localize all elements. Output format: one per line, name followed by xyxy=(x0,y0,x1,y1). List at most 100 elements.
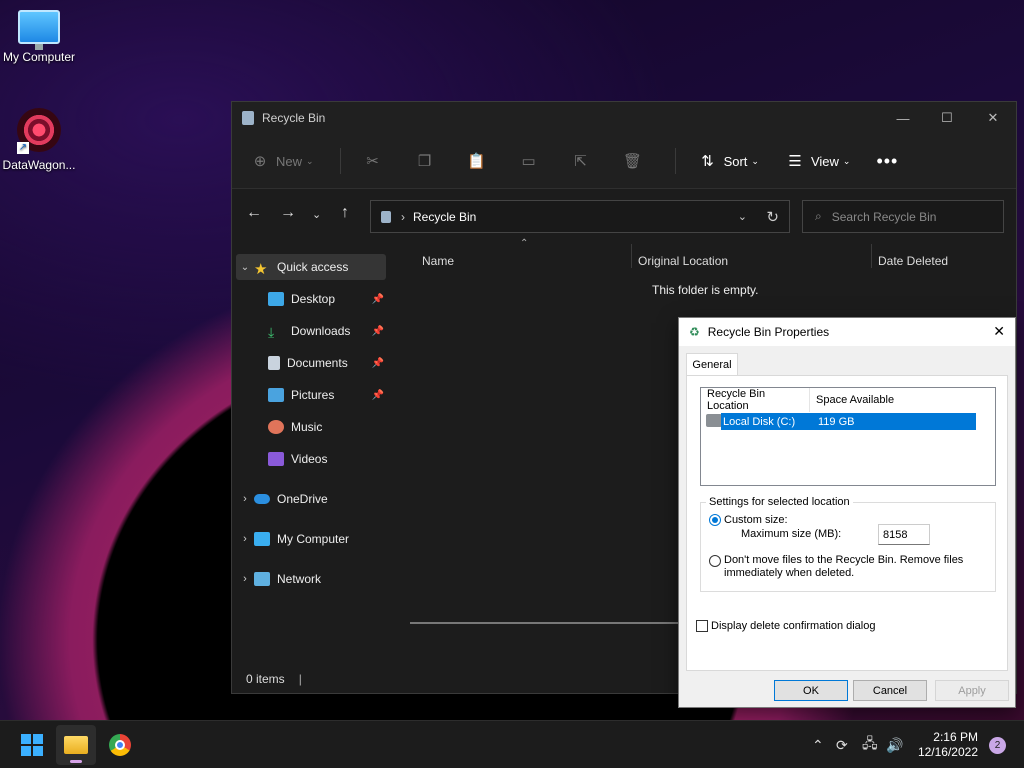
computer-icon xyxy=(254,532,270,546)
sync-icon[interactable]: ⟳ xyxy=(836,721,848,768)
group-label: Settings for selected location xyxy=(706,496,853,508)
forward-arrow-icon[interactable]: → xyxy=(280,204,296,222)
title-bar[interactable]: Recycle Bin — ☐ ✕ xyxy=(232,102,1016,134)
column-header-location[interactable]: Recycle Bin Location xyxy=(701,388,810,412)
sidebar-item-videos[interactable]: Videos xyxy=(236,446,386,472)
sidebar-item-documents[interactable]: Documents 📌 xyxy=(236,350,386,376)
desktop-icon-my-computer[interactable]: My Computer xyxy=(0,10,78,64)
cut-button[interactable]: ✂ xyxy=(363,151,389,171)
more-options-button[interactable]: ••• xyxy=(876,151,898,172)
search-placeholder: Search Recycle Bin xyxy=(831,209,937,224)
sidebar-item-label: My Computer xyxy=(277,532,350,546)
refresh-icon[interactable]: ↻ xyxy=(766,208,779,226)
sidebar-item-onedrive[interactable]: › OneDrive xyxy=(236,486,386,512)
dialog-close-button[interactable]: ✕ xyxy=(993,323,1005,340)
clock-date: 12/16/2022 xyxy=(917,745,978,759)
volume-icon[interactable]: 🔊 xyxy=(886,721,903,768)
cloud-icon xyxy=(254,494,270,504)
computer-icon xyxy=(18,10,60,50)
search-input[interactable]: ⌕ Search Recycle Bin xyxy=(802,200,1004,233)
sort-indicator-icon: ⌃ xyxy=(520,238,529,249)
sidebar-item-desktop[interactable]: Desktop 📌 xyxy=(236,286,386,312)
custom-size-option[interactable]: Custom size: xyxy=(709,514,788,526)
navigation-bar: ← → ⌄ ↑ › Recycle Bin ⌄ ↻ ⌕ Search Recyc… xyxy=(232,189,1016,241)
list-item-local-disk[interactable]: Local Disk (C:) 119 GB xyxy=(721,413,976,430)
dont-move-option[interactable]: Don't move files to the Recycle Bin. Rem… xyxy=(709,554,963,580)
max-size-input[interactable]: 8158 xyxy=(878,524,930,545)
notification-badge[interactable]: 2 xyxy=(989,737,1006,754)
confirm-delete-checkbox[interactable] xyxy=(696,620,708,632)
view-button[interactable]: ☰ View ⌄ xyxy=(785,151,850,171)
trash-icon: 🗑 xyxy=(623,153,643,170)
desktop-icon-datawagon[interactable]: ↗ DataWagon... xyxy=(0,108,78,172)
back-arrow-icon[interactable]: ← xyxy=(246,204,262,222)
column-divider[interactable] xyxy=(631,244,632,268)
sidebar-item-my-computer[interactable]: › My Computer xyxy=(236,526,386,552)
apply-button[interactable]: Apply xyxy=(935,680,1009,701)
column-header-space[interactable]: Space Available xyxy=(810,388,997,412)
address-bar[interactable]: › Recycle Bin ⌄ ↻ xyxy=(370,200,790,233)
confirm-delete-option[interactable]: Display delete confirmation dialog xyxy=(696,620,875,632)
column-header-original-location[interactable]: Original Location xyxy=(638,248,728,274)
delete-button[interactable]: 🗑 xyxy=(623,151,649,171)
max-size-value: 8158 xyxy=(883,528,908,541)
close-button[interactable]: ✕ xyxy=(970,102,1016,134)
up-arrow-icon[interactable]: ↑ xyxy=(341,204,349,222)
column-header-name[interactable]: Name xyxy=(422,248,454,274)
tab-general[interactable]: General xyxy=(686,353,738,376)
chevron-right-icon: › xyxy=(243,533,247,545)
dont-move-radio[interactable] xyxy=(709,555,721,567)
ok-button[interactable]: OK xyxy=(774,680,848,701)
chrome-icon xyxy=(109,734,131,756)
breadcrumb[interactable]: Recycle Bin xyxy=(413,210,476,224)
drive-icon xyxy=(706,414,722,427)
column-header-date-deleted[interactable]: Date Deleted xyxy=(878,248,948,274)
active-app-indicator xyxy=(70,760,82,763)
rename-button[interactable]: ▭ xyxy=(519,151,545,171)
clock-time: 2:16 PM xyxy=(933,730,978,744)
pin-icon: 📌 xyxy=(371,357,384,369)
picture-icon xyxy=(268,388,284,402)
chevron-down-icon: ⌄ xyxy=(240,261,250,273)
column-divider[interactable] xyxy=(871,244,872,268)
show-hidden-icons-button[interactable]: ⌃ xyxy=(812,721,824,768)
sidebar-item-quick-access[interactable]: ⌄ ★ Quick access xyxy=(236,254,386,280)
command-bar: ⊕ New ⌄ ✂ ❐ 📋 ▭ ⇱ 🗑 ⇅ Sort ⌄ ☰ View ⌄ ••… xyxy=(232,134,1016,189)
minimize-button[interactable]: — xyxy=(880,102,926,134)
sidebar-item-label: OneDrive xyxy=(277,492,328,506)
paste-button[interactable]: 📋 xyxy=(467,151,493,171)
drive-name: Local Disk (C:) xyxy=(723,415,796,428)
clipboard-icon: 📋 xyxy=(467,153,486,170)
recycle-bin-icon xyxy=(242,111,254,125)
taskbar-chrome[interactable] xyxy=(100,725,140,765)
custom-size-radio[interactable] xyxy=(709,514,721,526)
network-tray-icon[interactable]: 🖧 xyxy=(862,721,878,768)
recent-locations-chevron-icon[interactable]: ⌄ xyxy=(312,208,321,221)
folder-icon xyxy=(64,736,88,754)
cancel-button[interactable]: Cancel xyxy=(853,680,927,701)
sidebar-item-label: Documents xyxy=(287,356,348,370)
horizontal-scrollbar[interactable] xyxy=(410,622,710,624)
share-button[interactable]: ⇱ xyxy=(571,151,597,171)
copy-button[interactable]: ❐ xyxy=(415,151,441,171)
sidebar-item-music[interactable]: Music xyxy=(236,414,386,440)
new-button[interactable]: ⊕ New ⌄ xyxy=(250,151,314,171)
address-dropdown-icon[interactable]: ⌄ xyxy=(738,210,747,223)
sidebar-item-network[interactable]: › Network xyxy=(236,566,386,592)
chevron-up-icon: ⌃ xyxy=(812,736,824,753)
sidebar-item-downloads[interactable]: ⤓ Downloads 📌 xyxy=(236,318,386,344)
sidebar-item-label: Downloads xyxy=(291,324,351,338)
desktop-folder-icon xyxy=(268,292,284,306)
clock[interactable]: 2:16 PM 12/16/2022 xyxy=(918,730,978,760)
sidebar-item-label: Videos xyxy=(291,452,328,466)
maximize-button[interactable]: ☐ xyxy=(924,102,970,134)
document-icon xyxy=(268,356,280,370)
taskbar-file-explorer[interactable] xyxy=(56,725,96,765)
dont-move-label: Don't move files to the Recycle Bin. Rem… xyxy=(724,554,964,566)
sidebar-item-pictures[interactable]: Pictures 📌 xyxy=(236,382,386,408)
start-button[interactable] xyxy=(12,725,52,765)
sort-button[interactable]: ⇅ Sort ⌄ xyxy=(698,151,759,171)
location-list[interactable]: Recycle Bin Location Space Available Loc… xyxy=(700,387,996,486)
dialog-title-bar[interactable]: ♻ Recycle Bin Properties ✕ xyxy=(679,318,1015,346)
navigation-pane: ⌄ ★ Quick access Desktop 📌 ⤓ Downloads 📌… xyxy=(232,254,390,664)
